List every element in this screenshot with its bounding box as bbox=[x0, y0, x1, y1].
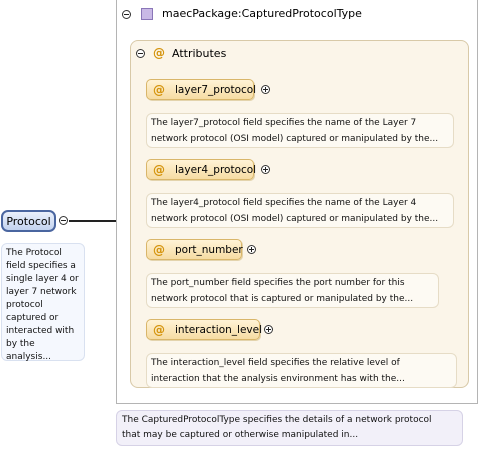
attributes-at-icon: @ bbox=[153, 46, 165, 60]
description-line: that may be captured or otherwise manipu… bbox=[122, 430, 359, 440]
element-description: The Protocol field specifies a single la… bbox=[1, 243, 85, 362]
attribute-description: The interaction_level field specifies th… bbox=[146, 353, 457, 388]
expand-icon[interactable] bbox=[247, 245, 256, 254]
attribute-description: The port_number field specifies the port… bbox=[146, 273, 439, 308]
description-line: The layer7_protocol field specifies the … bbox=[151, 118, 417, 128]
description-line: The port_number field specifies the port… bbox=[151, 278, 405, 288]
type-collapse-icon[interactable] bbox=[122, 10, 131, 19]
description-line: single layer 4 or bbox=[6, 274, 79, 284]
description-line: The layer4_protocol field specifies the … bbox=[151, 198, 417, 208]
expand-icon[interactable] bbox=[264, 325, 273, 334]
description-line: captured or bbox=[6, 313, 59, 323]
description-line: The Protocol bbox=[6, 248, 62, 258]
expand-icon[interactable] bbox=[261, 85, 270, 94]
attribute-interaction-level[interactable]: @ interaction_level bbox=[146, 319, 263, 340]
type-title: maecPackage:CapturedProtocolType bbox=[162, 7, 362, 20]
attribute-at-icon: @ bbox=[153, 162, 165, 177]
attribute-description: The layer4_protocol field specifies the … bbox=[146, 193, 454, 228]
description-line: network protocol that is captured or man… bbox=[151, 294, 414, 304]
connector-line bbox=[69, 220, 116, 222]
expand-icon[interactable] bbox=[261, 165, 270, 174]
description-line: network protocol (OSI model) captured or… bbox=[151, 214, 439, 224]
description-line: by the analysis... bbox=[6, 339, 52, 362]
description-line: field specifies a bbox=[6, 261, 76, 271]
element-protocol[interactable]: Protocol bbox=[1, 210, 56, 232]
attribute-name: interaction_level bbox=[175, 323, 263, 336]
description-line: interacted with bbox=[6, 326, 75, 336]
type-description: The CapturedProtocolType specifies the d… bbox=[116, 410, 463, 446]
attributes-title: Attributes bbox=[172, 47, 227, 60]
description-line: protocol bbox=[6, 300, 43, 310]
description-line: The interaction_level field specifies th… bbox=[151, 358, 400, 368]
element-collapse-icon[interactable] bbox=[59, 216, 68, 225]
description-line: interaction that the analysis environmen… bbox=[151, 374, 405, 384]
attribute-port-number[interactable]: @ port_number bbox=[146, 239, 243, 260]
attribute-at-icon: @ bbox=[153, 82, 165, 97]
attribute-at-icon: @ bbox=[153, 322, 165, 337]
complex-type-icon bbox=[141, 8, 153, 20]
attribute-layer7-protocol[interactable]: @ layer7_protocol bbox=[146, 79, 257, 100]
attribute-name: layer4_protocol bbox=[175, 163, 257, 176]
description-line: The CapturedProtocolType specifies the d… bbox=[122, 415, 432, 425]
attribute-description: The layer7_protocol field specifies the … bbox=[146, 113, 454, 148]
attribute-at-icon: @ bbox=[153, 242, 165, 257]
attribute-layer4-protocol[interactable]: @ layer4_protocol bbox=[146, 159, 257, 180]
attribute-name: layer7_protocol bbox=[175, 83, 257, 96]
attribute-name: port_number bbox=[175, 243, 243, 256]
attributes-collapse-icon[interactable] bbox=[136, 49, 145, 58]
description-line: layer 7 network bbox=[6, 287, 77, 297]
description-line: network protocol (OSI model) captured or… bbox=[151, 134, 439, 144]
